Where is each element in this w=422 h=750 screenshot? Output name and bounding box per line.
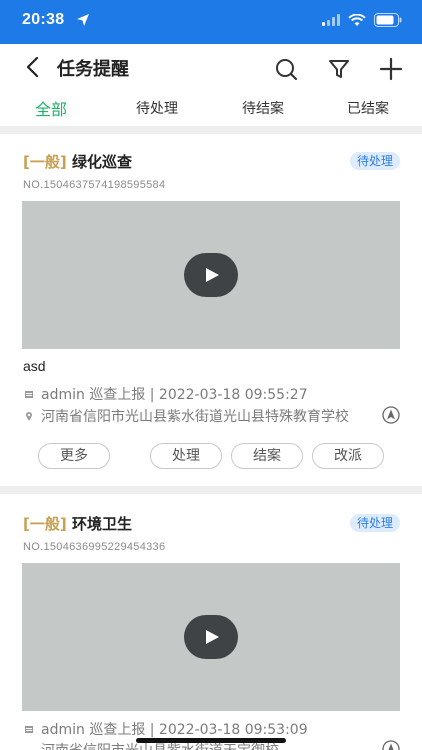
close-case-button[interactable]: 结案 <box>231 443 303 469</box>
process-button[interactable]: 处理 <box>150 443 222 469</box>
divider <box>0 486 422 494</box>
report-icon <box>25 391 33 398</box>
play-icon <box>206 630 219 644</box>
report-text: admin 巡查上报 | 2022-03-18 09:53:09 <box>41 722 308 738</box>
report-info: admin 巡查上报 | 2022-03-18 09:55:27 <box>23 384 308 404</box>
home-indicator <box>136 738 286 743</box>
status-badge: 待处理 <box>349 152 400 170</box>
search-icon[interactable] <box>273 56 299 82</box>
play-icon <box>206 268 219 282</box>
task-card[interactable]: [一般] 环境卫生 待处理 NO.1504636995229454336 adm… <box>0 494 422 750</box>
add-icon[interactable] <box>378 56 404 82</box>
tab-all[interactable]: 全部 <box>35 96 67 120</box>
divider <box>0 126 422 134</box>
location-arrow-icon <box>77 14 89 26</box>
signal-icon <box>322 14 340 26</box>
task-name: 环境卫生 <box>71 515 132 533</box>
play-button[interactable] <box>184 253 238 297</box>
status-badge: 待处理 <box>349 514 400 532</box>
tab-closed[interactable]: 已结案 <box>347 98 389 118</box>
task-name: 绿化巡查 <box>71 153 132 171</box>
page-title: 任务提醒 <box>57 59 129 80</box>
navigate-icon[interactable] <box>382 740 400 750</box>
task-description: asd <box>23 358 46 374</box>
status-bar: 20:38 <box>0 0 422 44</box>
tab-pending[interactable]: 待处理 <box>136 98 178 118</box>
navigate-icon[interactable] <box>382 406 400 424</box>
more-button[interactable]: 更多 <box>38 443 110 469</box>
battery-icon <box>374 13 402 27</box>
task-level: [一般] <box>23 153 67 171</box>
task-level: [一般] <box>23 515 67 533</box>
address-info: 河南省信阳市光山县紫水街道光山县特殊教育学校 <box>23 406 361 426</box>
report-icon <box>25 726 33 733</box>
task-number: NO.1504637574198595584 <box>23 179 166 191</box>
task-title: [一般] 环境卫生 <box>23 513 132 534</box>
report-text: admin 巡查上报 | 2022-03-18 09:55:27 <box>41 387 308 403</box>
wifi-icon <box>348 13 366 26</box>
address-text: 河南省信阳市光山县紫水街道光山县特殊教育学校 <box>41 409 349 425</box>
nav-bar: 任务提醒 <box>0 44 422 92</box>
task-card[interactable]: [一般] 绿化巡查 待处理 NO.1504637574198595584 asd… <box>0 134 422 486</box>
video-preview[interactable] <box>22 201 400 349</box>
reassign-button[interactable]: 改派 <box>312 443 384 469</box>
task-title: [一般] 绿化巡查 <box>23 151 132 172</box>
status-time: 20:38 <box>22 11 65 28</box>
filter-icon[interactable] <box>326 56 352 82</box>
card-actions: 更多 处理 结案 改派 <box>0 443 422 471</box>
video-preview[interactable] <box>22 563 400 711</box>
tab-to-close[interactable]: 待结案 <box>242 98 284 118</box>
filter-tabs: 全部 待处理 待结案 已结案 <box>0 92 422 126</box>
play-button[interactable] <box>184 615 238 659</box>
map-pin-icon <box>26 412 32 421</box>
task-number: NO.1504636995229454336 <box>23 541 166 553</box>
back-icon[interactable] <box>20 54 46 80</box>
status-indicators <box>322 13 402 27</box>
report-info: admin 巡查上报 | 2022-03-18 09:53:09 <box>23 719 308 739</box>
